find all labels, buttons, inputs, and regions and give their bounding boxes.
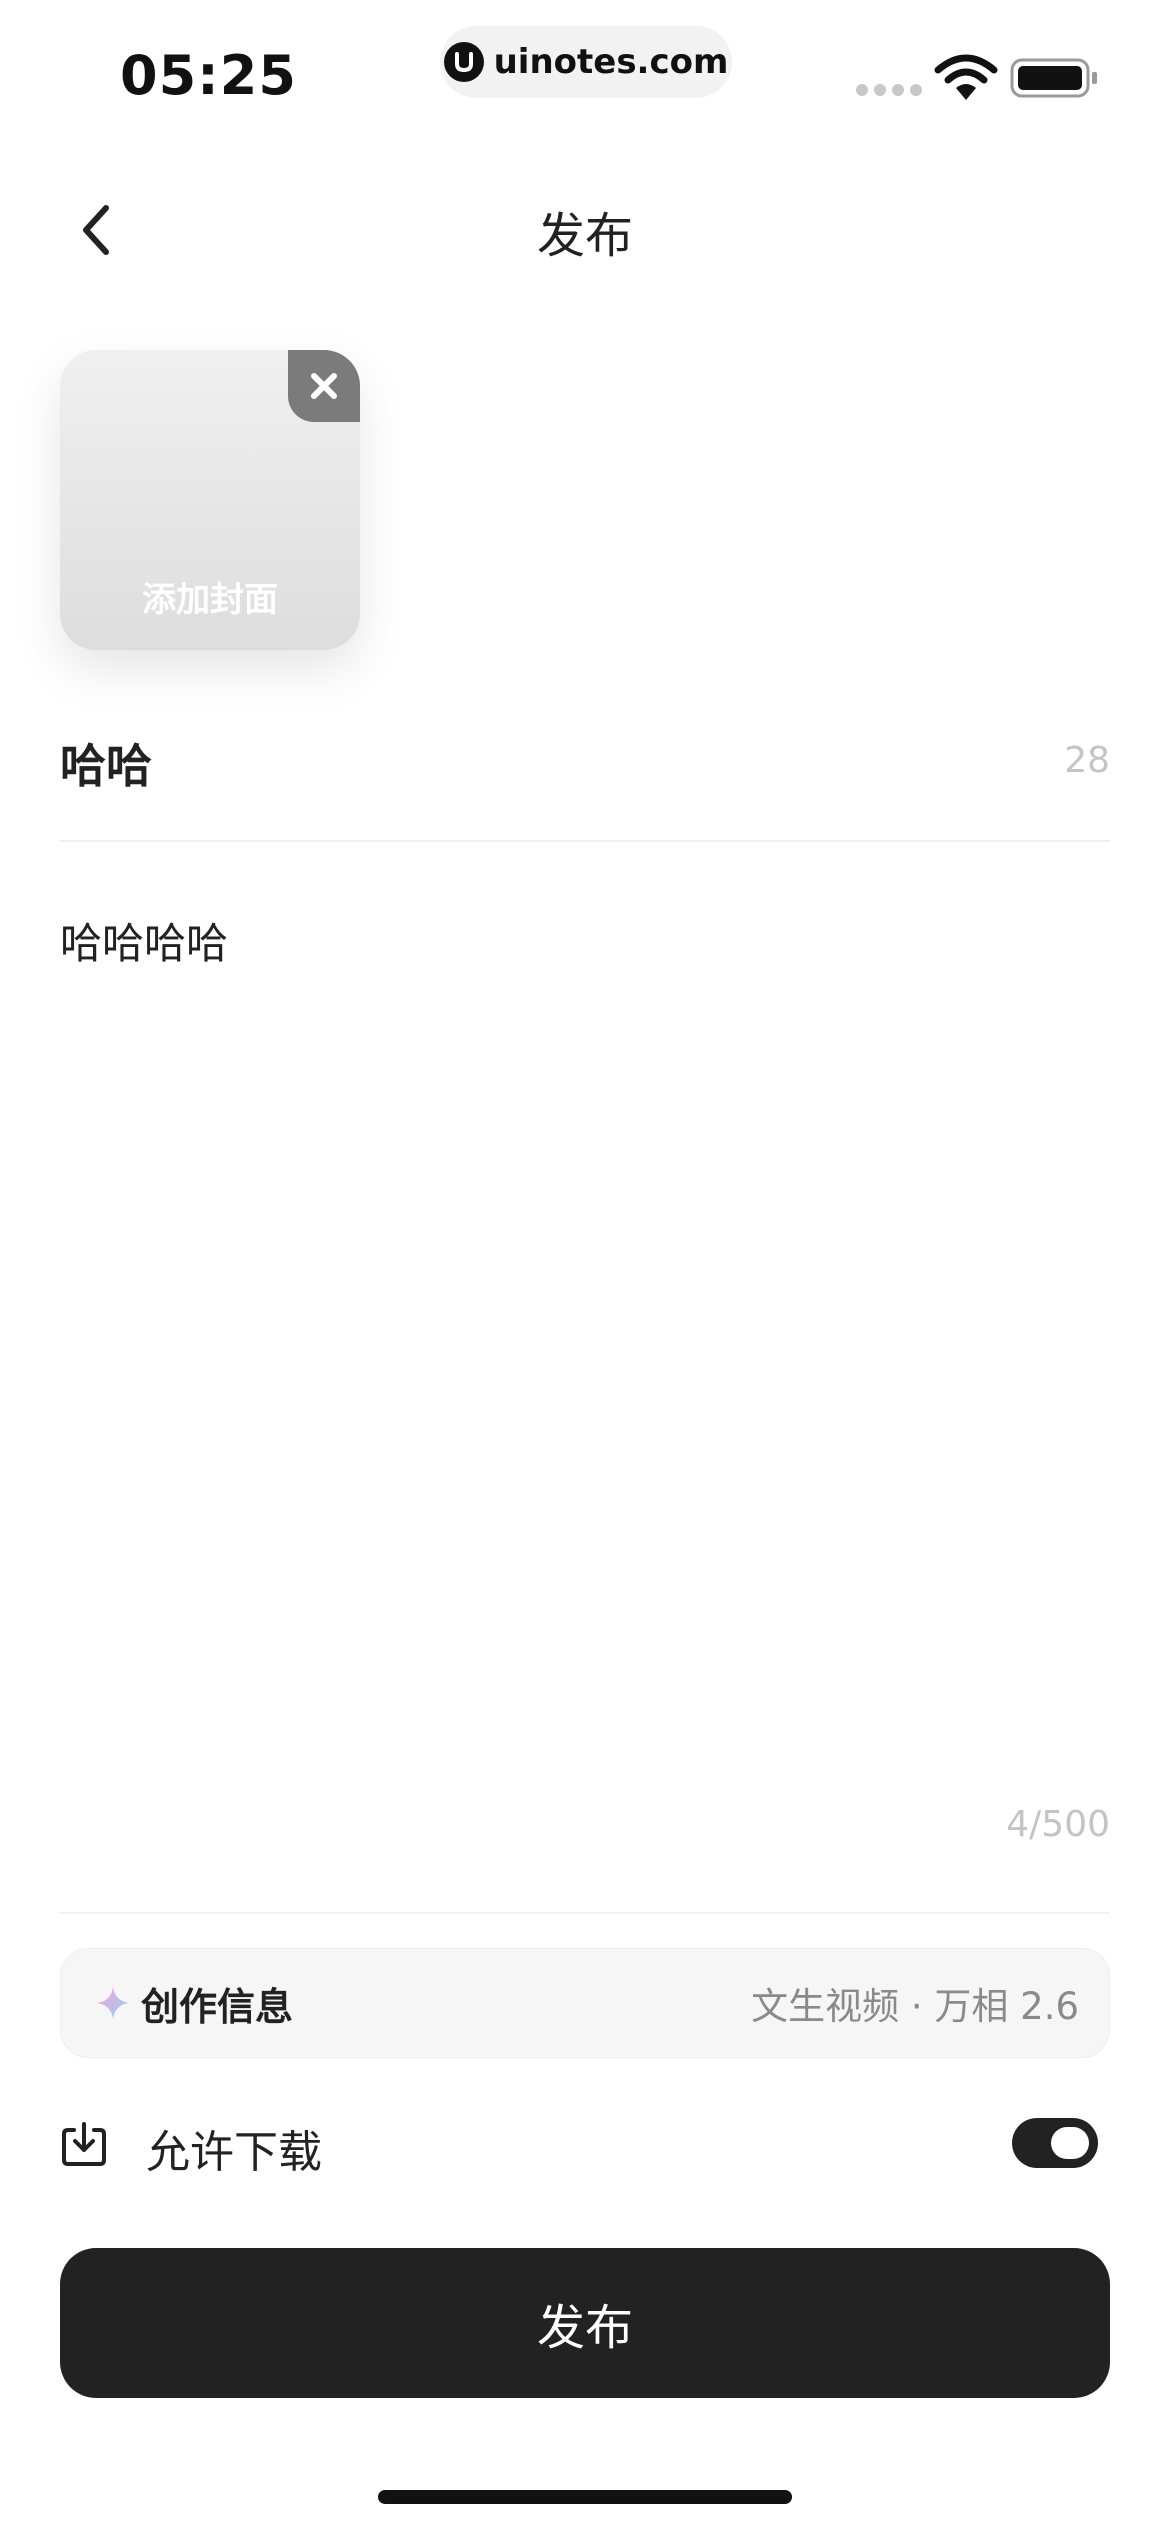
close-icon bbox=[311, 373, 337, 399]
divider bbox=[60, 1912, 1110, 1914]
allow-download-label: 允许下载 bbox=[146, 2127, 322, 2178]
add-cover-label: 添加封面 bbox=[142, 580, 278, 620]
download-icon bbox=[62, 2122, 106, 2166]
url-text: uinotes.com bbox=[493, 42, 729, 82]
sparkle-icon bbox=[97, 1987, 129, 2019]
url-pill[interactable]: uinotes.com bbox=[440, 26, 732, 98]
creation-info-value: 文生视频 · 万相 2.6 bbox=[751, 1985, 1079, 2028]
creation-info-row[interactable]: 创作信息 文生视频 · 万相 2.6 bbox=[60, 1948, 1110, 2058]
wifi-icon bbox=[934, 54, 998, 100]
description-char-counter: 4/500 bbox=[1006, 1804, 1110, 1845]
description-textarea[interactable]: 哈哈哈哈 bbox=[60, 910, 1110, 1790]
status-time: 05:25 bbox=[120, 44, 297, 107]
add-cover-button[interactable]: 添加封面 bbox=[60, 350, 360, 650]
remove-cover-button[interactable] bbox=[288, 350, 360, 422]
creation-info-label: 创作信息 bbox=[141, 1984, 294, 2029]
home-indicator bbox=[378, 2490, 792, 2504]
allow-download-row: 允许下载 bbox=[60, 2108, 1110, 2184]
site-logo-icon bbox=[443, 42, 484, 82]
battery-icon bbox=[1010, 58, 1097, 98]
toggle-knob bbox=[1051, 2127, 1089, 2159]
title-input[interactable]: 哈哈 bbox=[60, 730, 960, 796]
cellular-signal-icon bbox=[856, 84, 922, 96]
publish-button[interactable]: 发布 bbox=[60, 2248, 1110, 2398]
divider bbox=[60, 840, 1110, 842]
page-title: 发布 bbox=[536, 208, 633, 264]
title-char-counter: 28 bbox=[1064, 740, 1110, 781]
allow-download-toggle[interactable] bbox=[1012, 2118, 1098, 2168]
